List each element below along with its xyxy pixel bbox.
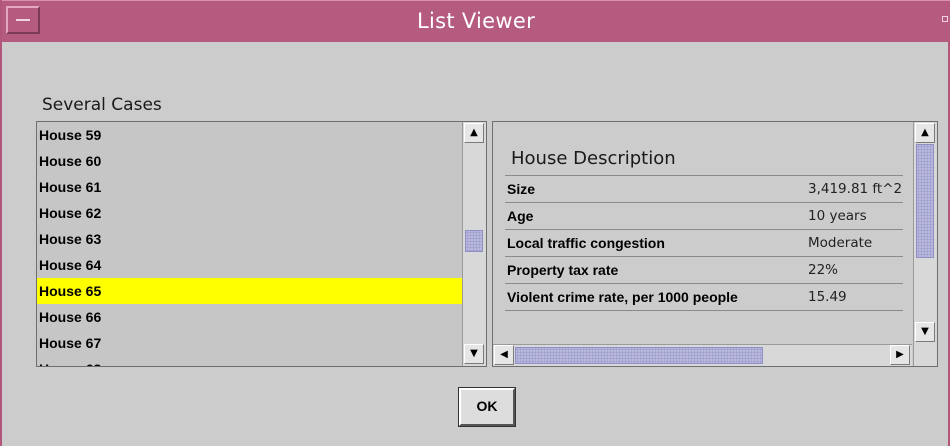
description-title: House Description	[511, 148, 676, 169]
list-item[interactable]: House 60	[37, 148, 462, 174]
maximize-button[interactable]	[942, 16, 948, 22]
row-label: Property tax rate	[507, 262, 619, 278]
arrow-up-icon: ▲	[921, 127, 929, 138]
row-value: 15.49	[808, 289, 847, 305]
list-item[interactable]: House 61	[37, 174, 462, 200]
table-row: Property tax rate 22%	[505, 257, 903, 284]
table-row: Violent crime rate, per 1000 people 15.4…	[505, 284, 903, 311]
arrow-down-icon: ▼	[470, 348, 478, 359]
scroll-up-button[interactable]: ▲	[464, 123, 484, 143]
list-item[interactable]: House 63	[37, 226, 462, 252]
title-bar[interactable]: List Viewer	[2, 0, 950, 42]
scroll-left-button[interactable]: ◀	[494, 345, 514, 365]
table-row: Local traffic congestion Moderate	[505, 230, 903, 257]
list-item[interactable]: House 59	[37, 122, 462, 148]
row-value: 3,419.81 ft^2	[808, 181, 903, 197]
cases-list: House 59 House 60 House 61 House 62 Hous…	[37, 122, 462, 366]
cases-list-vertical-scrollbar[interactable]: ▲ ▼	[462, 122, 486, 366]
description-panel: House Description Size 3,419.81 ft^2 Age…	[492, 121, 938, 367]
table-row: Age 10 years	[505, 203, 903, 230]
ok-button[interactable]: OK	[458, 387, 516, 427]
scroll-thumb[interactable]	[465, 230, 483, 252]
list-item[interactable]: House 68	[37, 356, 462, 366]
scroll-thumb[interactable]	[515, 347, 763, 364]
description-table: Size 3,419.81 ft^2 Age 10 years Local tr…	[505, 175, 903, 311]
description-horizontal-scrollbar[interactable]: ◀ ▶	[493, 344, 912, 366]
row-label: Size	[507, 181, 536, 197]
list-item-selected[interactable]: House 65	[37, 278, 462, 304]
cases-list-title: Several Cases	[42, 95, 162, 115]
scroll-right-button[interactable]: ▶	[890, 345, 910, 365]
scroll-down-button[interactable]: ▼	[915, 322, 935, 342]
scroll-down-button[interactable]: ▼	[464, 344, 484, 364]
arrow-up-icon: ▲	[470, 127, 478, 138]
row-label: Violent crime rate, per 1000 people	[507, 289, 738, 305]
row-value: Moderate	[808, 235, 873, 251]
scroll-up-button[interactable]: ▲	[915, 123, 935, 143]
scroll-thumb[interactable]	[916, 144, 934, 258]
list-item[interactable]: House 62	[37, 200, 462, 226]
table-row: Size 3,419.81 ft^2	[505, 176, 903, 203]
arrow-left-icon: ◀	[500, 349, 508, 360]
cases-list-panel: House 59 House 60 House 61 House 62 Hous…	[36, 121, 487, 367]
row-value: 10 years	[808, 208, 867, 224]
row-value: 22%	[808, 262, 839, 278]
window-title: List Viewer	[416, 9, 536, 33]
list-item[interactable]: House 67	[37, 330, 462, 356]
row-label: Age	[507, 208, 534, 224]
list-item[interactable]: House 64	[37, 252, 462, 278]
row-label: Local traffic congestion	[507, 235, 665, 251]
arrow-down-icon: ▼	[921, 326, 929, 337]
description-vertical-scrollbar[interactable]: ▲ ▼	[913, 122, 937, 366]
arrow-right-icon: ▶	[896, 349, 904, 360]
list-item[interactable]: House 66	[37, 304, 462, 330]
list-viewer-window: List Viewer Several Cases House 59 House…	[0, 0, 950, 446]
